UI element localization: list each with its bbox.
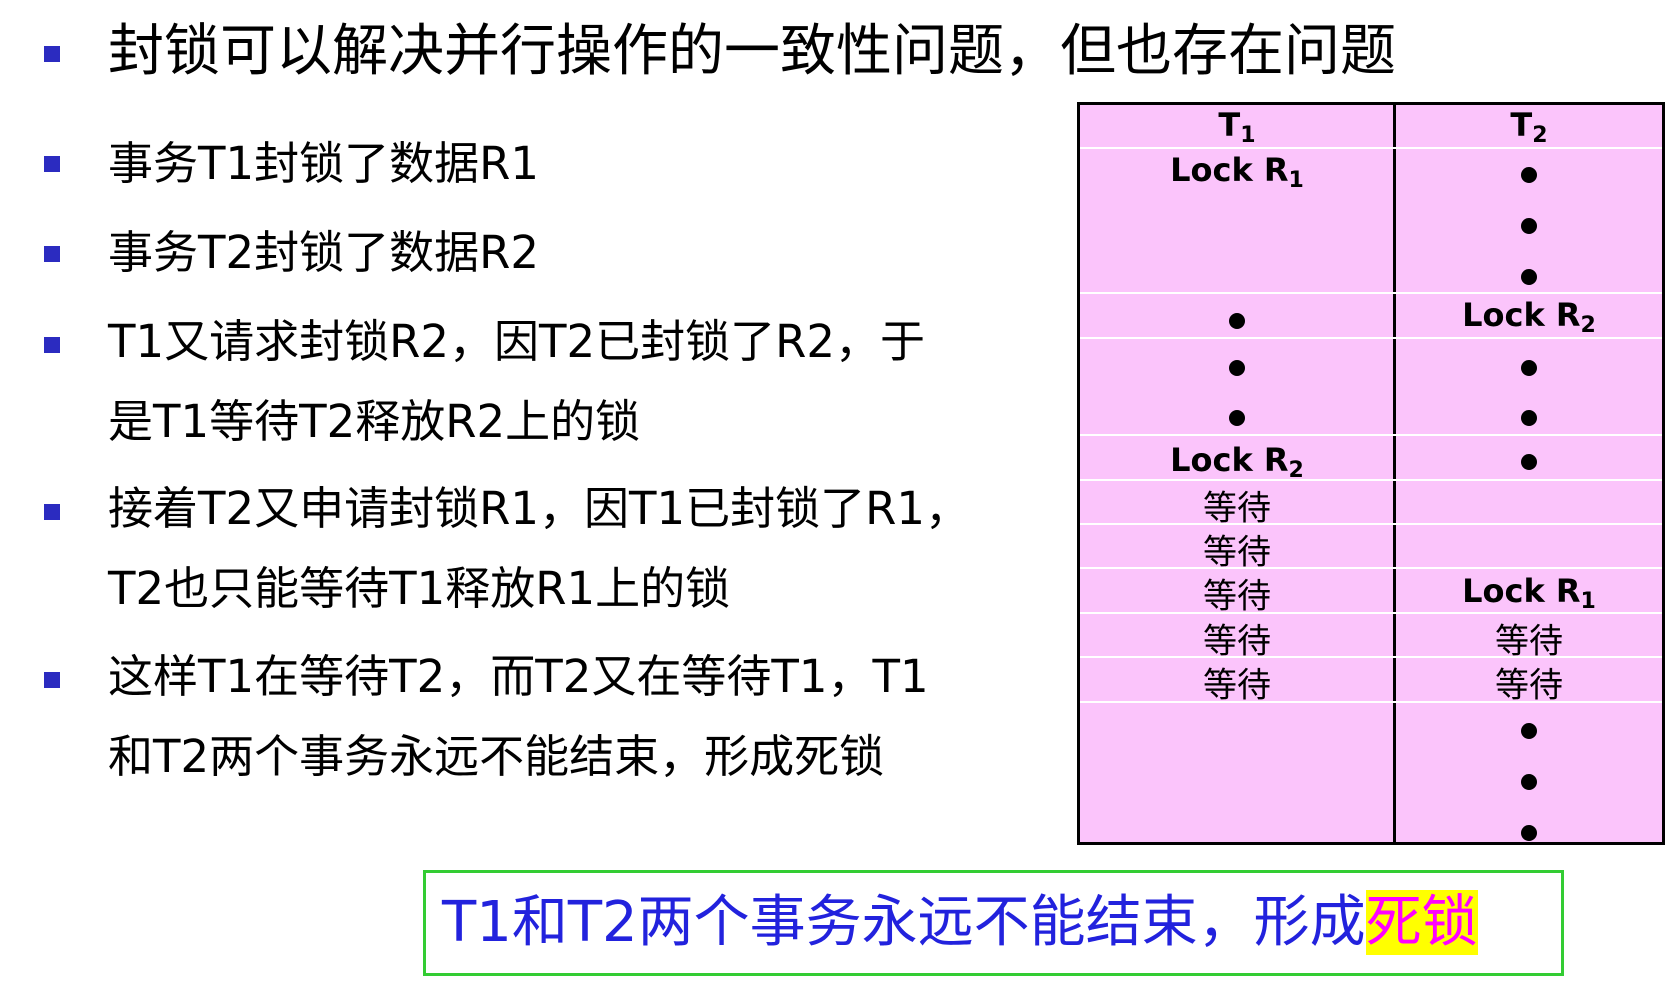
t2-ellipsis-dot — [1521, 410, 1537, 426]
list-item-line: 事务T2封锁了数据R2 — [108, 226, 540, 279]
t2-lock-r2: Lock R2 — [1462, 296, 1596, 338]
conclusion-box: T1和T2两个事务永远不能结束，形成死锁 — [423, 870, 1564, 976]
list-item-t1-waits: T1又请求封锁R2，因T2已封锁了R2，于 是T1等待T2释放R2上的锁 — [108, 302, 1028, 462]
list-item-t2-waits: 接着T2又申请封锁R1，因T1已封锁了R1， T2也只能等待T1释放R1上的锁 — [108, 469, 1028, 629]
t2-lock-r2-sub: 2 — [1580, 313, 1596, 338]
t1-wait-label: 等待 — [1203, 621, 1271, 662]
list-bullet — [44, 246, 60, 262]
row-separator — [1080, 147, 1662, 149]
list-item-line: 是T1等待T2释放R2上的锁 — [108, 395, 641, 448]
list-item-t1-locks-r1: 事务T1封锁了数据R1 — [108, 124, 1028, 204]
list-item-deadlock: 这样T1在等待T2，而T2又在等待T1，T1 和T2两个事务永远不能结束，形成死… — [108, 637, 1028, 797]
t2-lock-r1-main: Lock R — [1462, 572, 1581, 610]
list-bullet — [44, 504, 60, 520]
row-separator — [1080, 656, 1662, 658]
list-item-t2-locks-r2: 事务T2封锁了数据R2 — [108, 213, 1028, 293]
list-item-line: 事务T1封锁了数据R1 — [108, 137, 540, 190]
t2-lock-r1-sub: 1 — [1580, 589, 1596, 614]
t2-ellipsis-dot — [1521, 360, 1537, 376]
title-bullet — [44, 46, 60, 62]
header-t1-main: T — [1218, 106, 1241, 144]
t1-wait-label: 等待 — [1203, 532, 1271, 573]
t2-ellipsis-dot — [1521, 218, 1537, 234]
list-bullet — [44, 337, 60, 353]
t1-wait-label: 等待 — [1203, 488, 1271, 529]
header-t2-sub: 2 — [1532, 123, 1548, 148]
row-separator — [1080, 292, 1662, 294]
list-item-line: 和T2两个事务永远不能结束，形成死锁 — [108, 730, 885, 783]
t2-wait-label: 等待 — [1495, 621, 1563, 662]
t1-lock-r1-main: Lock R — [1170, 151, 1289, 189]
lock-timeline-table: T1 T2 Lock R1 Lock R2 等待 等待 等待 等待 等待 Loc… — [1077, 102, 1665, 845]
header-t1: T1 — [1218, 106, 1255, 148]
t1-wait-label: 等待 — [1203, 665, 1271, 706]
t2-ellipsis-dot — [1521, 825, 1537, 841]
row-separator — [1080, 479, 1662, 481]
t1-ellipsis-dot — [1229, 313, 1245, 329]
row-separator — [1080, 434, 1662, 436]
t2-ellipsis-dot — [1521, 774, 1537, 790]
t1-lock-r2-sub: 2 — [1288, 458, 1304, 483]
slide-title: 封锁可以解决并行操作的一致性问题，但也存在问题 — [108, 19, 1396, 84]
t2-ellipsis-dot — [1521, 167, 1537, 183]
t1-ellipsis-dot — [1229, 360, 1245, 376]
list-item-line: 这样T1在等待T2，而T2又在等待T1，T1 — [108, 650, 929, 703]
list-bullet — [44, 156, 60, 172]
list-bullet — [44, 672, 60, 688]
t2-lock-r2-main: Lock R — [1462, 296, 1581, 334]
t2-ellipsis-dot — [1521, 723, 1537, 739]
header-t2: T2 — [1510, 106, 1547, 148]
t1-wait-label: 等待 — [1203, 576, 1271, 617]
row-separator — [1080, 567, 1662, 569]
row-separator — [1080, 701, 1662, 703]
deadlock-highlight: 死锁 — [1365, 890, 1478, 955]
header-t1-sub: 1 — [1240, 123, 1256, 148]
t2-ellipsis-dot — [1521, 454, 1537, 470]
t1-lock-r1: Lock R1 — [1170, 151, 1304, 193]
conclusion-text: T1和T2两个事务永远不能结束，形成死锁 — [442, 883, 1478, 963]
t2-ellipsis-dot — [1521, 269, 1537, 285]
t1-lock-r1-sub: 1 — [1288, 168, 1304, 193]
t1-ellipsis-dot — [1229, 410, 1245, 426]
conclusion-main: T1和T2两个事务永远不能结束，形成 — [442, 890, 1366, 955]
t2-wait-label: 等待 — [1495, 665, 1563, 706]
header-t2-main: T — [1510, 106, 1533, 144]
t1-lock-r2-main: Lock R — [1170, 441, 1289, 479]
list-item-line: 接着T2又申请封锁R1，因T1已封锁了R1， — [108, 482, 971, 535]
column-divider — [1393, 105, 1396, 842]
list-item-line: T2也只能等待T1释放R1上的锁 — [108, 562, 731, 615]
list-item-line: T1又请求封锁R2，因T2已封锁了R2，于 — [108, 315, 926, 368]
row-separator — [1080, 523, 1662, 525]
t2-lock-r1: Lock R1 — [1462, 572, 1596, 614]
t1-lock-r2: Lock R2 — [1170, 441, 1304, 483]
